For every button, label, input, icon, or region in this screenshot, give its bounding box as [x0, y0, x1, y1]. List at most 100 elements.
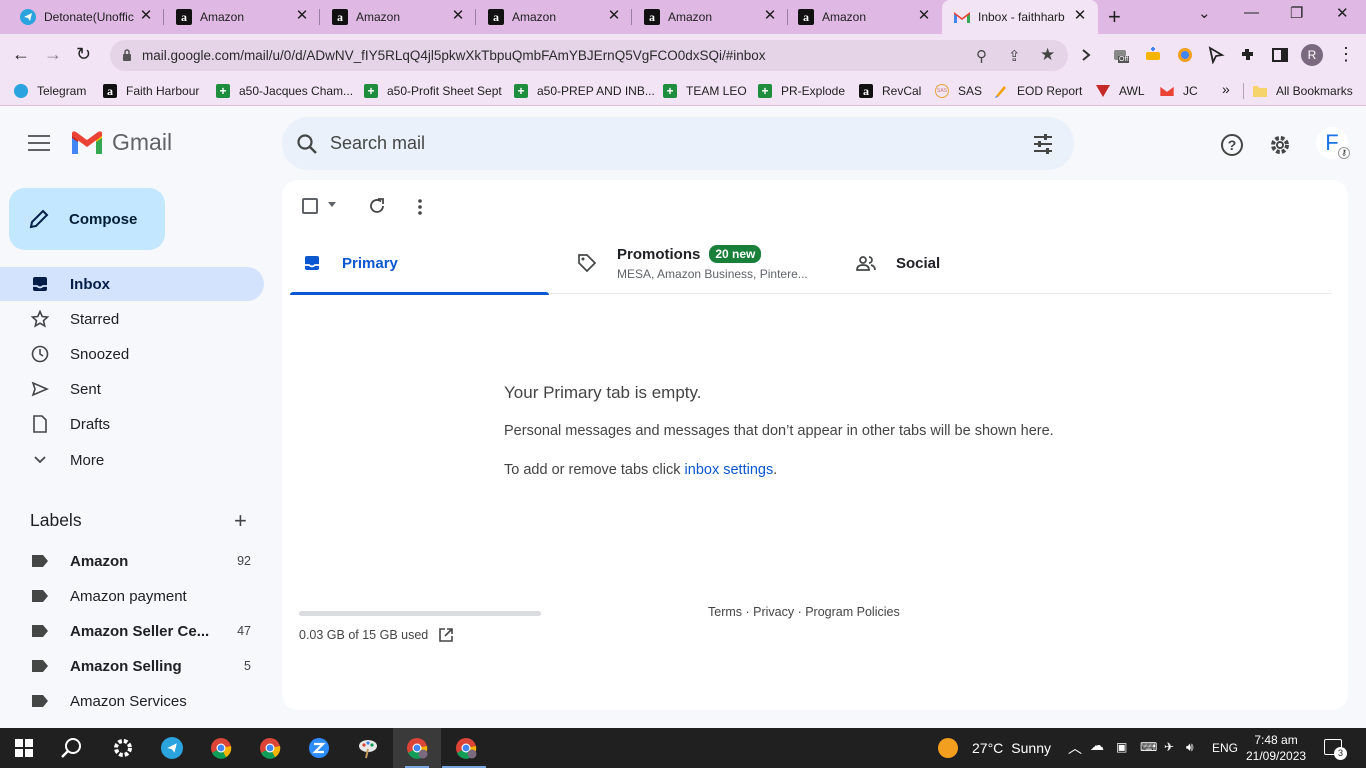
bookmark-item[interactable]: EOD Report: [993, 83, 1082, 99]
zoom-app-icon[interactable]: [307, 736, 331, 760]
gmail-logo[interactable]: Gmail: [70, 129, 172, 156]
add-label-icon[interactable]: +: [234, 508, 247, 534]
bookmark-item[interactable]: a RevCal: [858, 83, 921, 99]
compose-button[interactable]: Compose: [9, 188, 165, 250]
nav-item-sent[interactable]: Sent: [0, 372, 264, 406]
browser-tab[interactable]: a Amazon ✕: [320, 0, 476, 34]
more-options-icon[interactable]: [416, 198, 424, 216]
label-item[interactable]: Amazon Selling 5: [0, 651, 264, 681]
bookmark-item[interactable]: + TEAM LEO: [662, 83, 747, 99]
system-clock[interactable]: 7:48 am 21/09/2023: [1246, 732, 1306, 764]
search-bar[interactable]: Search mail: [282, 117, 1074, 170]
search-options-icon[interactable]: [1032, 133, 1054, 155]
close-tab-icon[interactable]: ✕: [294, 8, 310, 24]
label-item[interactable]: Amazon 92: [0, 546, 264, 576]
close-tab-icon[interactable]: ✕: [762, 8, 778, 24]
browser-tab[interactable]: a Amazon ✕: [786, 0, 942, 34]
windows-start-icon[interactable]: [12, 736, 36, 760]
footer-links[interactable]: Terms · Privacy · Program Policies: [708, 605, 900, 619]
nav-item-inbox[interactable]: Inbox: [0, 267, 264, 301]
inbox-settings-link[interactable]: inbox settings: [685, 462, 774, 478]
main-menu-icon[interactable]: [28, 135, 50, 151]
extensions-puzzle-icon[interactable]: [1239, 46, 1257, 64]
chrome-icon[interactable]: [258, 736, 282, 760]
share-icon[interactable]: ⇪: [1008, 47, 1021, 65]
browser-tab[interactable]: a Amazon ✕: [476, 0, 632, 34]
nav-item-drafts[interactable]: Drafts: [0, 407, 264, 441]
select-dropdown-icon[interactable]: [328, 202, 336, 207]
address-bar[interactable]: mail.google.com/mail/u/0/d/ADwNV_fIY5RLq…: [110, 40, 1068, 71]
taskbar-active-app[interactable]: [393, 728, 441, 768]
nav-item-more[interactable]: More: [0, 443, 264, 477]
close-tab-icon[interactable]: ✕: [1072, 8, 1088, 24]
window-close-button[interactable]: ✕: [1336, 4, 1349, 22]
volume-icon[interactable]: 🔊︎: [1186, 740, 1194, 755]
onedrive-cloud-icon[interactable]: ☁: [1090, 737, 1104, 754]
restore-button[interactable]: ❐: [1290, 4, 1303, 22]
side-panel-icon[interactable]: [1271, 46, 1289, 64]
bookmark-star-icon[interactable]: ★: [1040, 45, 1055, 65]
extension-icon[interactable]: [1080, 46, 1098, 64]
browser-tab[interactable]: a Amazon ✕: [164, 0, 320, 34]
tab-promotions[interactable]: Promotions 20 new MESA, Amazon Business, …: [577, 232, 837, 294]
help-icon[interactable]: ?: [1220, 133, 1244, 157]
nav-item-snoozed[interactable]: Snoozed: [0, 337, 264, 371]
paint-app-icon[interactable]: [356, 736, 380, 760]
chevron-up-icon[interactable]: ︿: [1068, 738, 1082, 758]
open-external-icon[interactable]: [438, 627, 454, 643]
back-button[interactable]: ←: [12, 44, 30, 65]
chrome-icon[interactable]: [209, 736, 233, 760]
search-input[interactable]: Search mail: [330, 133, 425, 154]
reload-button[interactable]: ↻: [76, 44, 91, 65]
bookmark-item[interactable]: + PR-Explode: [757, 83, 845, 99]
label-item[interactable]: Amazon Services: [0, 686, 264, 716]
ime-icon[interactable]: ⌨: [1140, 740, 1157, 754]
browser-tab-active[interactable]: Inbox - faithharb ✕: [942, 0, 1098, 34]
label-item[interactable]: Amazon Seller Ce... 47: [0, 616, 264, 646]
label-item[interactable]: Amazon payment: [0, 581, 264, 611]
close-tab-icon[interactable]: ✕: [138, 8, 154, 24]
search-icon[interactable]: [296, 133, 318, 155]
zoom-icon[interactable]: ⚲: [976, 47, 987, 65]
tab-search-icon[interactable]: ⌄: [1198, 4, 1211, 22]
search-icon[interactable]: [60, 736, 84, 760]
minimize-button[interactable]: —: [1244, 4, 1259, 21]
telegram-icon[interactable]: [160, 736, 184, 760]
bookmark-item[interactable]: a Faith Harbour: [102, 83, 199, 99]
bookmark-item[interactable]: + a50-PREP AND INB...: [513, 83, 655, 99]
nav-item-starred[interactable]: Starred: [0, 302, 264, 336]
bookmark-item[interactable]: + a50-Profit Sheet Sept: [363, 83, 502, 99]
close-tab-icon[interactable]: ✕: [606, 8, 622, 24]
bookmark-item[interactable]: JC: [1159, 83, 1198, 99]
extension-circle-icon[interactable]: [1176, 46, 1194, 64]
bookmark-item[interactable]: AWL: [1095, 83, 1145, 99]
close-tab-icon[interactable]: ✕: [450, 8, 466, 24]
close-tab-icon[interactable]: ✕: [916, 8, 932, 24]
chrome-profile-icon[interactable]: [454, 736, 478, 760]
weather-widget[interactable]: 27°C Sunny: [938, 738, 1051, 758]
notification-center-icon[interactable]: 3: [1324, 739, 1347, 760]
select-all-checkbox[interactable]: [302, 198, 318, 214]
bookmark-item[interactable]: SAS SAS: [934, 83, 982, 99]
meet-now-icon[interactable]: ▣: [1116, 740, 1127, 754]
extension-boost-icon[interactable]: [1144, 46, 1162, 64]
extension-cursor-icon[interactable]: [1207, 46, 1225, 64]
browser-tab[interactable]: a Amazon ✕: [632, 0, 788, 34]
settings-gear-icon[interactable]: [1268, 133, 1292, 157]
extension-off-icon[interactable]: Off: [1112, 46, 1130, 64]
tab-primary[interactable]: Primary: [290, 232, 549, 295]
new-tab-button[interactable]: +: [1108, 4, 1121, 30]
browser-menu-icon[interactable]: ⋮: [1337, 44, 1355, 65]
language-indicator[interactable]: ENG: [1212, 741, 1238, 755]
more-bookmarks-button[interactable]: »: [1222, 81, 1230, 97]
refresh-icon[interactable]: [368, 197, 386, 215]
bookmark-item[interactable]: + a50-Jacques Cham...: [215, 83, 353, 99]
settings-gear-icon[interactable]: [111, 736, 135, 760]
browser-tab[interactable]: Detonate(Unoffic ✕: [8, 0, 164, 34]
bookmark-item[interactable]: Telegram: [13, 83, 86, 99]
forward-button[interactable]: →: [44, 44, 62, 65]
tab-social[interactable]: Social: [856, 232, 1056, 294]
profile-avatar[interactable]: R: [1301, 44, 1323, 66]
network-icon[interactable]: ✈: [1164, 740, 1174, 754]
all-bookmarks-button[interactable]: All Bookmarks: [1252, 83, 1353, 99]
